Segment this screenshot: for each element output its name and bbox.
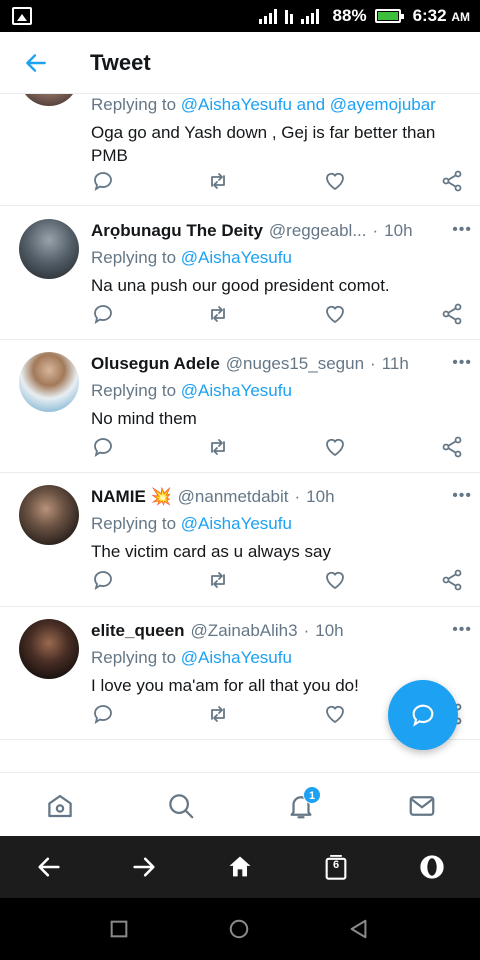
more-options-icon[interactable]: ••• [452, 221, 472, 239]
avatar[interactable] [19, 219, 79, 279]
app-bar: Tweet [0, 32, 480, 94]
like-icon[interactable] [323, 702, 347, 726]
tweet-text: The victim card as u always say [91, 542, 331, 561]
tab-count: 6 [332, 859, 340, 871]
mention-link[interactable]: @AishaYesufu and @ayemojubar [181, 95, 436, 114]
tweet-text: No mind them [91, 409, 197, 428]
tweet[interactable]: Olusegun Adele @nuges15_segun · 11h Repl… [0, 340, 480, 473]
tweet-actions [91, 435, 473, 463]
reply-icon[interactable] [91, 169, 115, 193]
separator-dot: · [370, 354, 376, 373]
replying-to: Replying to @AishaYesufu [91, 648, 292, 667]
browser-home-icon[interactable] [226, 853, 254, 881]
tweet-actions [91, 302, 473, 330]
tweet-time: 11h [381, 354, 409, 373]
tweet-text: Oga go and Yash down , Gej is far better… [91, 123, 436, 165]
data-transfer-icon [284, 8, 293, 24]
reply-bubble-icon [412, 704, 434, 727]
avatar[interactable] [19, 94, 79, 106]
share-icon[interactable] [440, 169, 464, 193]
separator-dot: · [294, 487, 301, 506]
reply-icon[interactable] [91, 302, 115, 326]
separator-dot: · [303, 621, 310, 640]
mention-link[interactable]: @AishaYesufu [181, 514, 292, 533]
replying-to: Replying to @AishaYesufu and @ayemojubar [91, 95, 436, 114]
battery-icon [374, 9, 404, 23]
share-icon[interactable] [440, 302, 464, 326]
tweet[interactable]: NAMIE 💥 @nanmetdabit · 10h Replying to @… [0, 473, 480, 607]
more-options-icon[interactable]: ••• [452, 354, 472, 372]
avatar[interactable] [19, 352, 79, 412]
like-icon[interactable] [323, 169, 347, 193]
author-handle[interactable]: @reggeabl... [269, 221, 367, 241]
tweet-time: 10h [306, 487, 335, 506]
more-options-icon[interactable]: ••• [452, 487, 472, 505]
browser-back-icon[interactable] [35, 853, 63, 881]
tweet[interactable]: Arọbunagu The Deity @reggeabl... · 10h R… [0, 207, 480, 340]
tweet-time: 10h [315, 621, 344, 640]
back-nav-icon[interactable] [348, 918, 370, 940]
browser-toolbar: 6 [0, 836, 480, 898]
author-handle[interactable]: @nanmetdabit [178, 487, 289, 507]
separator-dot: · [372, 221, 379, 240]
battery-percent: 88% [332, 6, 367, 25]
retweet-icon[interactable] [206, 568, 230, 592]
tweet-actions [91, 568, 473, 596]
tweet-text: Na una push our good president comot. [91, 276, 390, 295]
messages-icon[interactable] [407, 791, 437, 821]
tweet-actions [91, 169, 473, 197]
replying-to: Replying to @AishaYesufu [91, 248, 292, 267]
retweet-icon[interactable] [206, 702, 230, 726]
reply-feed: Replying to @AishaYesufu and @ayemojubar… [0, 94, 480, 772]
gallery-notification-icon [12, 7, 32, 25]
status-bar: 88% 6:32 AM [0, 0, 480, 32]
replying-to: Replying to @AishaYesufu [91, 514, 292, 533]
like-icon[interactable] [323, 568, 347, 592]
home-nav-icon[interactable] [228, 918, 250, 940]
back-button[interactable] [0, 32, 72, 94]
compose-reply-button[interactable] [388, 680, 458, 750]
mention-link[interactable]: @AishaYesufu [181, 381, 292, 400]
signal-icon-2 [300, 8, 319, 24]
tweet[interactable]: Replying to @AishaYesufu and @ayemojubar… [0, 94, 480, 206]
bottom-tab-bar [0, 772, 480, 836]
reply-icon[interactable] [91, 702, 115, 726]
author-name[interactable]: Arọbunagu The Deity [91, 221, 263, 241]
author-name[interactable]: NAMIE 💥 [91, 487, 172, 507]
page-title: Tweet [90, 49, 151, 75]
author-handle[interactable]: @nuges15_segun [226, 354, 364, 374]
author-name[interactable]: elite_queen [91, 621, 185, 641]
share-icon[interactable] [440, 435, 464, 459]
arrow-left-icon [26, 53, 46, 72]
tabs-button[interactable]: 6 [322, 853, 350, 881]
mention-link[interactable]: @AishaYesufu [181, 648, 292, 667]
retweet-icon[interactable] [206, 169, 230, 193]
notification-badge: 1 [303, 786, 321, 804]
search-icon[interactable] [166, 791, 196, 821]
share-icon[interactable] [440, 568, 464, 592]
author-handle[interactable]: @ZainabAlih3 [191, 621, 298, 641]
like-icon[interactable] [323, 435, 347, 459]
home-icon[interactable] [45, 791, 75, 821]
avatar[interactable] [19, 619, 79, 679]
retweet-icon[interactable] [206, 435, 230, 459]
retweet-icon[interactable] [206, 302, 230, 326]
mention-link[interactable]: @AishaYesufu [181, 248, 292, 267]
author-name[interactable]: Olusegun Adele [91, 354, 220, 374]
signal-icon [258, 8, 277, 24]
browser-forward-icon[interactable] [130, 853, 158, 881]
like-icon[interactable] [323, 302, 347, 326]
reply-icon[interactable] [91, 568, 115, 592]
clock: 6:32 AM [412, 6, 470, 25]
reply-icon[interactable] [91, 435, 115, 459]
replying-to: Replying to @AishaYesufu [91, 381, 292, 400]
opera-menu-icon[interactable] [418, 853, 446, 881]
more-options-icon[interactable]: ••• [452, 621, 472, 639]
tweet-time: 10h [384, 221, 413, 240]
recents-icon[interactable] [108, 918, 130, 940]
system-navigation-bar [0, 898, 480, 960]
avatar[interactable] [19, 485, 79, 545]
